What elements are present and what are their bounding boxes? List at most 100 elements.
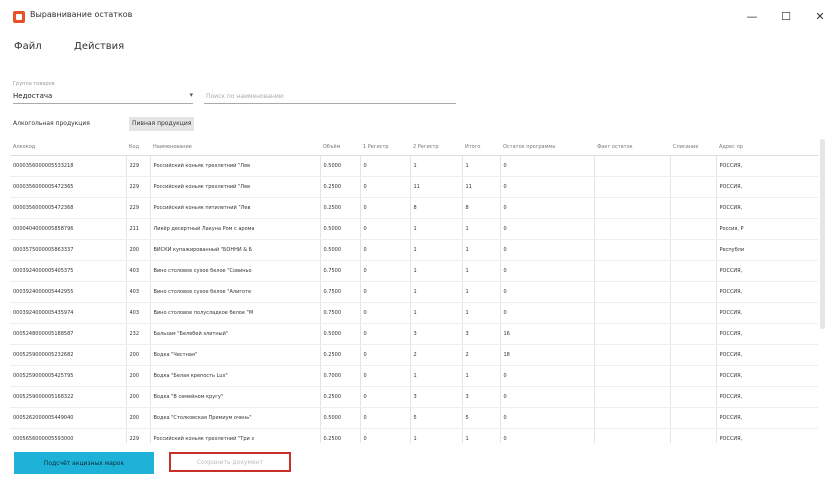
table-cell: [670, 323, 717, 345]
table-cell: 1: [462, 260, 501, 282]
table-cell: 0.5000: [320, 323, 361, 345]
table-cell: 18: [500, 344, 595, 366]
table-row[interactable]: 0005248000005188587 232 Бальзам "Белебей э…: [10, 323, 818, 345]
table-cell: 0.5000: [320, 218, 361, 240]
table-cell: 0000356000005472368: [10, 197, 127, 219]
table-cell: 0003924000005435974: [10, 302, 127, 324]
table-cell[interactable]: [594, 176, 671, 198]
close-button[interactable]: ✕: [806, 6, 830, 28]
column-header[interactable]: Код: [126, 139, 150, 156]
table-cell[interactable]: [594, 302, 671, 324]
table-cell: 0: [360, 344, 411, 366]
table-cell: 229: [126, 428, 151, 443]
table-cell: [670, 239, 717, 261]
table-cell: 229: [126, 176, 151, 198]
menu-actions[interactable]: Действия: [74, 41, 124, 52]
tab-alcohol[interactable]: Алкогольная продукция: [10, 117, 93, 131]
group-select[interactable]: Недостача ▾: [13, 89, 193, 104]
table-row[interactable]: 0005259000005168322 200 Водка "В семейном …: [10, 386, 818, 408]
table-cell: 0: [500, 155, 595, 177]
table-cell: 0: [500, 239, 595, 261]
table-row[interactable]: 0000356000005472365 229 Российский коньяк …: [10, 176, 818, 198]
table-cell: 229: [126, 197, 151, 219]
dropdown-caret-icon: ▾: [189, 91, 193, 99]
tab-beer[interactable]: Пивная продукция: [129, 117, 195, 131]
table-cell: 0.7000: [320, 365, 361, 387]
table-row[interactable]: 0003924000005442955 403 Вино столовое сухо…: [10, 281, 818, 303]
table-cell[interactable]: [594, 239, 671, 261]
table-cell: 200: [126, 407, 151, 429]
table-cell[interactable]: [594, 260, 671, 282]
column-header[interactable]: Наименование: [150, 139, 320, 156]
column-header[interactable]: Объём: [320, 139, 360, 156]
table-cell: 0: [500, 176, 595, 198]
table-cell: Бальзам "Белебей элитный": [150, 323, 321, 345]
table-cell: 0: [360, 239, 411, 261]
table-cell[interactable]: [594, 281, 671, 303]
table-cell[interactable]: [594, 155, 671, 177]
table-cell: 11: [462, 176, 501, 198]
table-row[interactable]: 0003924000005405375 403 Вино столовое сухо…: [10, 260, 818, 282]
table-cell[interactable]: [594, 323, 671, 345]
maximize-button[interactable]: ☐: [772, 6, 800, 28]
table-cell: 1: [410, 239, 463, 261]
table-row[interactable]: 0000356000005533218 229 Российский коньяк …: [10, 155, 818, 177]
count-excise-marks-button[interactable]: Подсчёт акцизных марок: [14, 452, 154, 474]
table-cell: 0: [360, 155, 411, 177]
column-header[interactable]: Итого: [462, 139, 500, 156]
table-cell: [670, 407, 717, 429]
table-row[interactable]: 0005656000005593000 229 Российский коньяк …: [10, 428, 818, 443]
table-cell: Вино столовое сухое белое "Алиготе: [150, 281, 321, 303]
title-bar: Выравнивание остатков — ☐ ✕: [0, 0, 830, 34]
column-header[interactable]: 1 Регистр: [360, 139, 410, 156]
table-cell[interactable]: [594, 197, 671, 219]
save-document-button[interactable]: Сохранить документ: [169, 452, 291, 472]
table-cell: 1: [462, 281, 501, 303]
table-scrollbar[interactable]: [820, 139, 825, 329]
table-cell: 0.2500: [320, 428, 361, 443]
menu-file[interactable]: Файл: [14, 41, 42, 52]
table-cell: [670, 155, 717, 177]
table-cell: 0: [360, 386, 411, 408]
search-input[interactable]: [204, 89, 456, 104]
table-cell[interactable]: [594, 407, 671, 429]
table-cell[interactable]: [594, 386, 671, 408]
table-cell: Россия, Р: [716, 218, 818, 240]
column-header[interactable]: 2 Регистр: [410, 139, 462, 156]
table-cell: 0003924000005405375: [10, 260, 127, 282]
table-row[interactable]: 0000356000005472368 229 Российский коньяк …: [10, 197, 818, 219]
table-cell: 5: [462, 407, 501, 429]
window-title: Выравнивание остатков: [30, 10, 133, 19]
column-header[interactable]: Остаток программа: [500, 139, 594, 156]
table-cell[interactable]: [594, 344, 671, 366]
table-row[interactable]: 0005262000005449040 200 Водка "Столковская…: [10, 407, 818, 429]
table-cell: 1: [410, 281, 463, 303]
table-cell: 200: [126, 386, 151, 408]
table-cell: РОССИЯ,: [716, 260, 818, 282]
table-row[interactable]: 0005259000005232682 200 Водка "Честная" 0.2…: [10, 344, 818, 366]
column-header[interactable]: Алкокод: [10, 139, 126, 156]
table-row[interactable]: 0000404000005858796 211 Ликёр десертный Ла…: [10, 218, 818, 240]
column-header[interactable]: Адрес пр: [716, 139, 818, 156]
table-cell: 0: [500, 218, 595, 240]
table-cell: 0000356000005472365: [10, 176, 127, 198]
column-header[interactable]: Факт остаток: [594, 139, 670, 156]
table-cell: 0000404000005858796: [10, 218, 127, 240]
column-header[interactable]: Списание: [670, 139, 716, 156]
table-cell[interactable]: [594, 428, 671, 443]
app-logo-icon: [13, 11, 25, 23]
table-row[interactable]: 0003575000005863337 200 ВИСКИ купажированн…: [10, 239, 818, 261]
table-cell: 0005656000005593000: [10, 428, 127, 443]
table-cell: 0: [500, 197, 595, 219]
table-row[interactable]: 0003924000005435974 403 Вино столовое полу…: [10, 302, 818, 324]
table-cell[interactable]: [594, 218, 671, 240]
table-row[interactable]: 0005259000005425795 200 Водка "Белая крепо…: [10, 365, 818, 387]
minimize-button[interactable]: —: [738, 6, 766, 28]
table-cell: [670, 176, 717, 198]
table-cell: 1: [462, 365, 501, 387]
table-cell: 1: [410, 218, 463, 240]
table-cell: 1: [462, 239, 501, 261]
table-cell: 8: [462, 197, 501, 219]
table-cell[interactable]: [594, 365, 671, 387]
table-cell: [670, 302, 717, 324]
